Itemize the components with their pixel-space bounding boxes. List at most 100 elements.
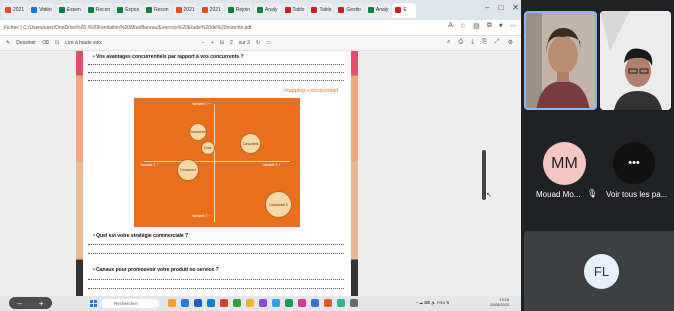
answer-line [88,244,344,245]
save-icon[interactable]: ⤓ [471,39,474,46]
chart-title: mapping concurrentiel [284,88,339,94]
participant-name: Mouad Mo... [536,190,581,199]
question-3: • Canaux pour promouvoir votre produit o… [93,267,219,273]
tab-label: Analy [264,7,278,13]
participant-tile[interactable] [600,11,671,110]
rotate-icon[interactable]: ↻ [256,40,260,46]
taskbar-app-icon[interactable] [194,299,202,307]
competitor-bubble: Concurrent [177,159,199,181]
search-icon[interactable]: ⌕ [447,39,450,46]
erase-icon[interactable]: ⌫ [42,40,49,46]
taskbar-app-icon[interactable] [311,299,319,307]
minimize-call-icon[interactable]: – [17,299,21,308]
page-total: sur 3 [238,40,250,46]
taskbar-app-icon[interactable] [220,299,228,307]
print-icon[interactable]: ⎙ [459,39,464,46]
competitive-mapping-chart: Variable 2 + Variable 2 − Variable 1 − V… [134,98,300,227]
start-button[interactable] [90,300,97,307]
settings-icon[interactable]: ⚙ [508,39,513,46]
draw-icon[interactable]: ✎ [6,40,10,46]
taskbar-app-icon[interactable] [168,299,176,307]
answer-line [88,64,344,65]
browser-tab[interactable]: 2021 [198,2,224,18]
zoom-out-button[interactable]: − [202,40,205,46]
taskbar-app-icon[interactable] [207,299,215,307]
tab-favicon-icon [5,7,11,13]
fullscreen-icon[interactable]: ⤢ [495,39,500,46]
browser-tab[interactable]: 2021 [172,2,198,18]
tab-favicon-icon [201,7,208,13]
participant-tile-active-speaker[interactable] [524,11,597,110]
read-aloud-button[interactable]: Lire à haute voix [65,40,102,46]
page-number-input[interactable]: 2 [230,40,233,46]
browser-tab[interactable]: Analy [253,2,281,18]
answer-line [88,253,344,254]
tab-label: Expos [125,7,140,13]
taskbar-app-icon[interactable] [350,299,358,307]
address-text: Fichier | C:/Users/user/OneDrive%20-%20F… [4,24,252,31]
browser-tab[interactable]: Recon [143,2,172,18]
browser-tab[interactable]: Rejoin [224,2,253,18]
read-aloud-icon[interactable]: A [448,22,453,30]
tab-favicon-icon [256,7,263,13]
draw-button[interactable]: Dessiner [16,40,36,46]
meet-float-controls[interactable]: – + [9,297,52,309]
view-icon[interactable]: ⊡ [55,40,59,46]
taskbar-app-icon[interactable] [324,299,332,307]
browser-tab[interactable]: Vidéo [28,2,55,18]
tab-label: Analy [375,7,389,13]
profile-icon[interactable]: ● [499,22,503,30]
collections-icon[interactable]: ▤ [473,22,480,30]
browser-tab[interactable]: Tablo [308,2,335,18]
taskbar-clock[interactable]: 19:18 20/06/2023 [490,298,509,307]
tab-favicon-icon [284,7,291,13]
close-icon[interactable]: ✕ [512,3,519,12]
competitor-bubble: Concurrent [240,133,261,154]
taskbar-app-icon[interactable] [181,299,189,307]
taskbar-app-icon[interactable] [298,299,306,307]
browser-tab[interactable]: 2021 [2,2,28,18]
see-all-participants-label[interactable]: Voir tous les pa... [606,190,667,199]
taskbar-app-icon[interactable] [246,299,254,307]
maximize-icon[interactable]: □ [498,3,503,12]
tab-favicon-icon [117,7,124,13]
browser-tab[interactable]: Expos [114,2,143,18]
page-left-band [76,51,83,296]
minimize-icon[interactable]: – [485,3,489,12]
taskbar-apps [168,299,358,307]
taskbar-search[interactable]: Rechercher [101,299,159,308]
tab-label: 2021 [209,7,221,13]
screenshot: 2021 Vidéo Essen Recon Expos Recon 2021 2021 Rej… [0,0,674,311]
page-view-icon[interactable]: ▭ [266,40,271,46]
favorite-icon[interactable]: ☆ [460,22,466,30]
axis-label-bottom: Variable 2 − [192,214,211,218]
browser-tab[interactable]: Analy [364,2,392,18]
taskbar-app-icon[interactable] [233,299,241,307]
answer-line [88,72,344,73]
browser-tab[interactable]: Essen [55,2,84,18]
more-participants-button[interactable]: ••• [613,142,655,184]
more-icon[interactable]: ⋯ [510,22,517,30]
tab-label: Rejoin [235,7,250,13]
tab-favicon-icon [87,7,94,13]
page-right-band [351,51,358,296]
extensions-icon[interactable]: ⧉ [487,22,492,30]
tab-favicon-icon [146,7,153,13]
browser-tab[interactable]: É [392,2,417,18]
taskbar-app-icon[interactable] [272,299,280,307]
zoom-in-button[interactable]: + [211,40,214,46]
horizontal-axis [144,161,290,162]
taskbar-app-icon[interactable] [337,299,345,307]
axis-label-left: Variable 1 − [140,163,159,167]
browser-tab[interactable]: Tablo [281,2,308,18]
address-bar[interactable]: Fichier | C:/Users/user/OneDrive%20-%20F… [0,20,521,36]
browser-tab[interactable]: Gestio [335,2,364,18]
system-tray[interactable]: ^ ☁ ⌨ 🔈 FRA ⇅ [416,300,449,305]
browser-tab[interactable]: Recon [84,2,114,18]
taskbar-app-icon[interactable] [259,299,267,307]
save-as-icon[interactable]: ⎘ [482,39,487,46]
add-icon[interactable]: + [39,299,44,308]
taskbar-app-icon[interactable] [285,299,293,307]
fit-page-icon[interactable]: ⊟ [220,40,224,46]
answer-line [88,279,344,280]
